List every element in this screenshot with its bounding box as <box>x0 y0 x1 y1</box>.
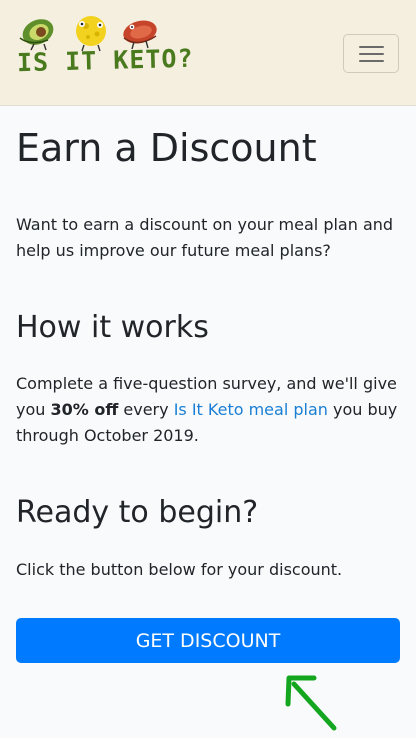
hamburger-line <box>359 53 384 55</box>
meal-plan-link[interactable]: Is It Keto meal plan <box>174 400 328 419</box>
page-title: Earn a Discount <box>16 126 317 170</box>
hamburger-line <box>359 60 384 62</box>
intro-text: Want to earn a discount on your meal pla… <box>16 215 394 260</box>
logo-text[interactable]: IS IT KETO? <box>17 44 194 78</box>
get-discount-button[interactable]: GET DISCOUNT <box>16 618 400 663</box>
hamburger-menu-icon <box>359 46 384 48</box>
how-it-works-heading: How it works <box>16 310 209 345</box>
arrow-icon <box>285 675 337 731</box>
ready-heading: Ready to begin? <box>16 495 259 530</box>
discount-amount: 30% off <box>50 400 119 419</box>
hamburger-menu-button[interactable] <box>343 34 399 73</box>
how-text-middle: every <box>118 400 174 419</box>
ready-text: Click the button below for your discount… <box>16 560 343 579</box>
site-header: IS IT KETO? <box>0 0 416 106</box>
how-it-works-text: Complete a five-question survey, and we'… <box>16 371 402 449</box>
